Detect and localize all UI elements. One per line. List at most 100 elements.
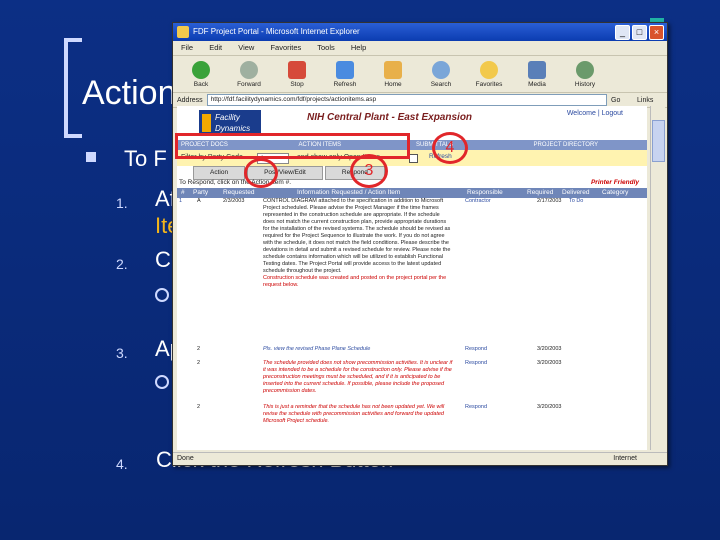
row-num: 2 bbox=[197, 404, 201, 410]
slide-title: Action bbox=[82, 74, 177, 112]
browser-window: FDF Project Portal - Microsoft Internet … bbox=[172, 22, 668, 466]
back-label: Back bbox=[193, 80, 209, 88]
col-party: Party bbox=[193, 189, 209, 196]
sub-bullet-circle-icon bbox=[155, 288, 169, 302]
menu-help[interactable]: Help bbox=[351, 43, 366, 52]
bullet-square-icon bbox=[86, 152, 96, 162]
step-number-3: 3. bbox=[116, 345, 128, 361]
table-row: 2 This is just a reminder that the sched… bbox=[177, 404, 647, 434]
stop-label: Stop bbox=[290, 80, 304, 88]
history-icon bbox=[576, 60, 594, 79]
search-label: Search bbox=[430, 80, 452, 88]
menu-tools[interactable]: Tools bbox=[317, 43, 335, 52]
row-red-note: Construction schedule was created and po… bbox=[263, 275, 447, 288]
minimize-icon[interactable]: _ bbox=[615, 25, 630, 40]
row-info-text: Pls. view the revised Phase Plane Schedu… bbox=[263, 346, 371, 352]
row-required: 2/17/2003 bbox=[537, 198, 562, 204]
status-bar: Done Internet bbox=[173, 452, 667, 465]
home-label: Home bbox=[384, 80, 402, 88]
row-num: 2 bbox=[197, 346, 201, 352]
nav-submittals[interactable]: SUBMITTALS bbox=[412, 140, 530, 150]
go-button[interactable]: Go bbox=[611, 97, 637, 104]
history-label: History bbox=[574, 80, 596, 88]
col-responsible: Responsible bbox=[467, 189, 503, 196]
address-label: Address bbox=[177, 96, 203, 104]
menu-view[interactable]: View bbox=[238, 43, 254, 52]
refresh-button[interactable]: Refresh bbox=[323, 60, 367, 88]
search-button[interactable]: Search bbox=[419, 60, 463, 88]
open-items-checkbox[interactable] bbox=[409, 154, 418, 163]
row-num: 2 bbox=[197, 360, 201, 366]
forward-button[interactable]: Forward bbox=[227, 60, 271, 88]
row-info-text: This is just a reminder that the schedul… bbox=[263, 404, 445, 424]
nav-project-directory[interactable]: PROJECT DIRECTORY bbox=[530, 140, 648, 150]
refresh-label: Refresh bbox=[333, 80, 357, 88]
step-number-2: 2. bbox=[116, 256, 128, 272]
scrollbar-thumb[interactable] bbox=[652, 120, 665, 162]
col-delivered: Delivered bbox=[562, 189, 590, 196]
row-respond-link[interactable]: Respond bbox=[465, 404, 487, 411]
row-date: 3/20/2003 bbox=[537, 360, 562, 366]
row-info-body: CONTROL DIAGRAM attached to the specific… bbox=[263, 198, 451, 274]
forward-arrow-icon bbox=[240, 60, 258, 79]
maximize-icon[interactable]: □ bbox=[632, 25, 647, 40]
project-title: NIH Central Plant - East Expansion bbox=[307, 112, 473, 123]
ie-icon bbox=[177, 26, 189, 38]
menu-favorites[interactable]: Favorites bbox=[270, 43, 301, 52]
stop-button[interactable]: Stop bbox=[275, 60, 319, 88]
media-icon bbox=[528, 60, 546, 79]
home-button[interactable]: Home bbox=[371, 60, 415, 88]
window-titlebar: FDF Project Portal - Microsoft Internet … bbox=[173, 23, 667, 41]
media-label: Media bbox=[528, 80, 546, 88]
col-requested: Requested bbox=[223, 189, 255, 196]
browser-toolbar: Back Forward Stop Refresh Home Search Fa… bbox=[173, 56, 667, 93]
row-respond-link[interactable]: Respond bbox=[465, 360, 487, 367]
search-icon bbox=[432, 60, 450, 79]
col-required: Required bbox=[527, 189, 554, 196]
favorites-label: Favorites bbox=[475, 80, 503, 88]
row-info-text: The schedule provided does not show prec… bbox=[263, 360, 453, 394]
vertical-scrollbar[interactable] bbox=[650, 106, 665, 450]
col-info: Information Requested / Action Item bbox=[297, 189, 401, 196]
action-item-link[interactable]: 1 bbox=[179, 198, 182, 205]
tab-highlight-circle bbox=[244, 158, 278, 188]
menu-bar: File Edit View Favorites Tools Help bbox=[173, 41, 667, 56]
refresh-icon bbox=[336, 60, 354, 79]
annotation-4: 4 bbox=[432, 132, 468, 164]
row-requested: 2/3/2003 bbox=[223, 198, 245, 204]
back-arrow-icon bbox=[192, 60, 210, 79]
row-responsible: Contractor bbox=[465, 198, 491, 204]
annotation-3: 3 bbox=[350, 154, 388, 188]
close-icon[interactable]: × bbox=[649, 25, 664, 40]
window-title: FDF Project Portal - Microsoft Internet … bbox=[193, 27, 360, 36]
stop-icon bbox=[288, 60, 306, 79]
back-button[interactable]: Back bbox=[179, 60, 223, 88]
row-delivered: To Do bbox=[569, 198, 584, 204]
favorites-button[interactable]: Favorites bbox=[467, 60, 511, 88]
row-date: 3/20/2003 bbox=[537, 404, 562, 410]
internet-zone: Internet bbox=[613, 455, 637, 462]
table-row: 2 The schedule provided does not show pr… bbox=[177, 360, 647, 404]
table-header: # Party Requested Information Requested … bbox=[177, 188, 647, 198]
menu-file[interactable]: File bbox=[181, 43, 193, 52]
col-category: Category bbox=[602, 189, 629, 196]
menu-edit[interactable]: Edit bbox=[209, 43, 222, 52]
step-number-1: 1. bbox=[116, 195, 128, 211]
address-input[interactable]: http://fdf.facilitydynamics.com/fdf/proj… bbox=[206, 94, 607, 106]
home-icon bbox=[384, 60, 402, 79]
row-respond-link[interactable]: Respond bbox=[465, 346, 487, 353]
media-button[interactable]: Media bbox=[515, 60, 559, 88]
table-row: 1 A 2/3/2003 CONTROL DIAGRAM attached to… bbox=[177, 198, 647, 346]
printer-friendly-link[interactable]: Printer Friendly bbox=[591, 178, 639, 188]
row-party: A bbox=[197, 198, 201, 204]
links-button[interactable]: Links bbox=[637, 97, 667, 104]
step-number-4: 4. bbox=[116, 456, 128, 472]
table-row: 2 Pls. view the revised Phase Plane Sche… bbox=[177, 346, 647, 360]
bullet-level1-text: To F bbox=[124, 146, 167, 171]
history-button[interactable]: History bbox=[563, 60, 607, 88]
title-bracket bbox=[64, 38, 82, 138]
status-text: Done bbox=[177, 455, 194, 462]
row-date: 3/20/2003 bbox=[537, 346, 562, 352]
banner-nav-links[interactable]: Welcome | Logout bbox=[567, 110, 623, 117]
star-icon bbox=[480, 60, 498, 79]
